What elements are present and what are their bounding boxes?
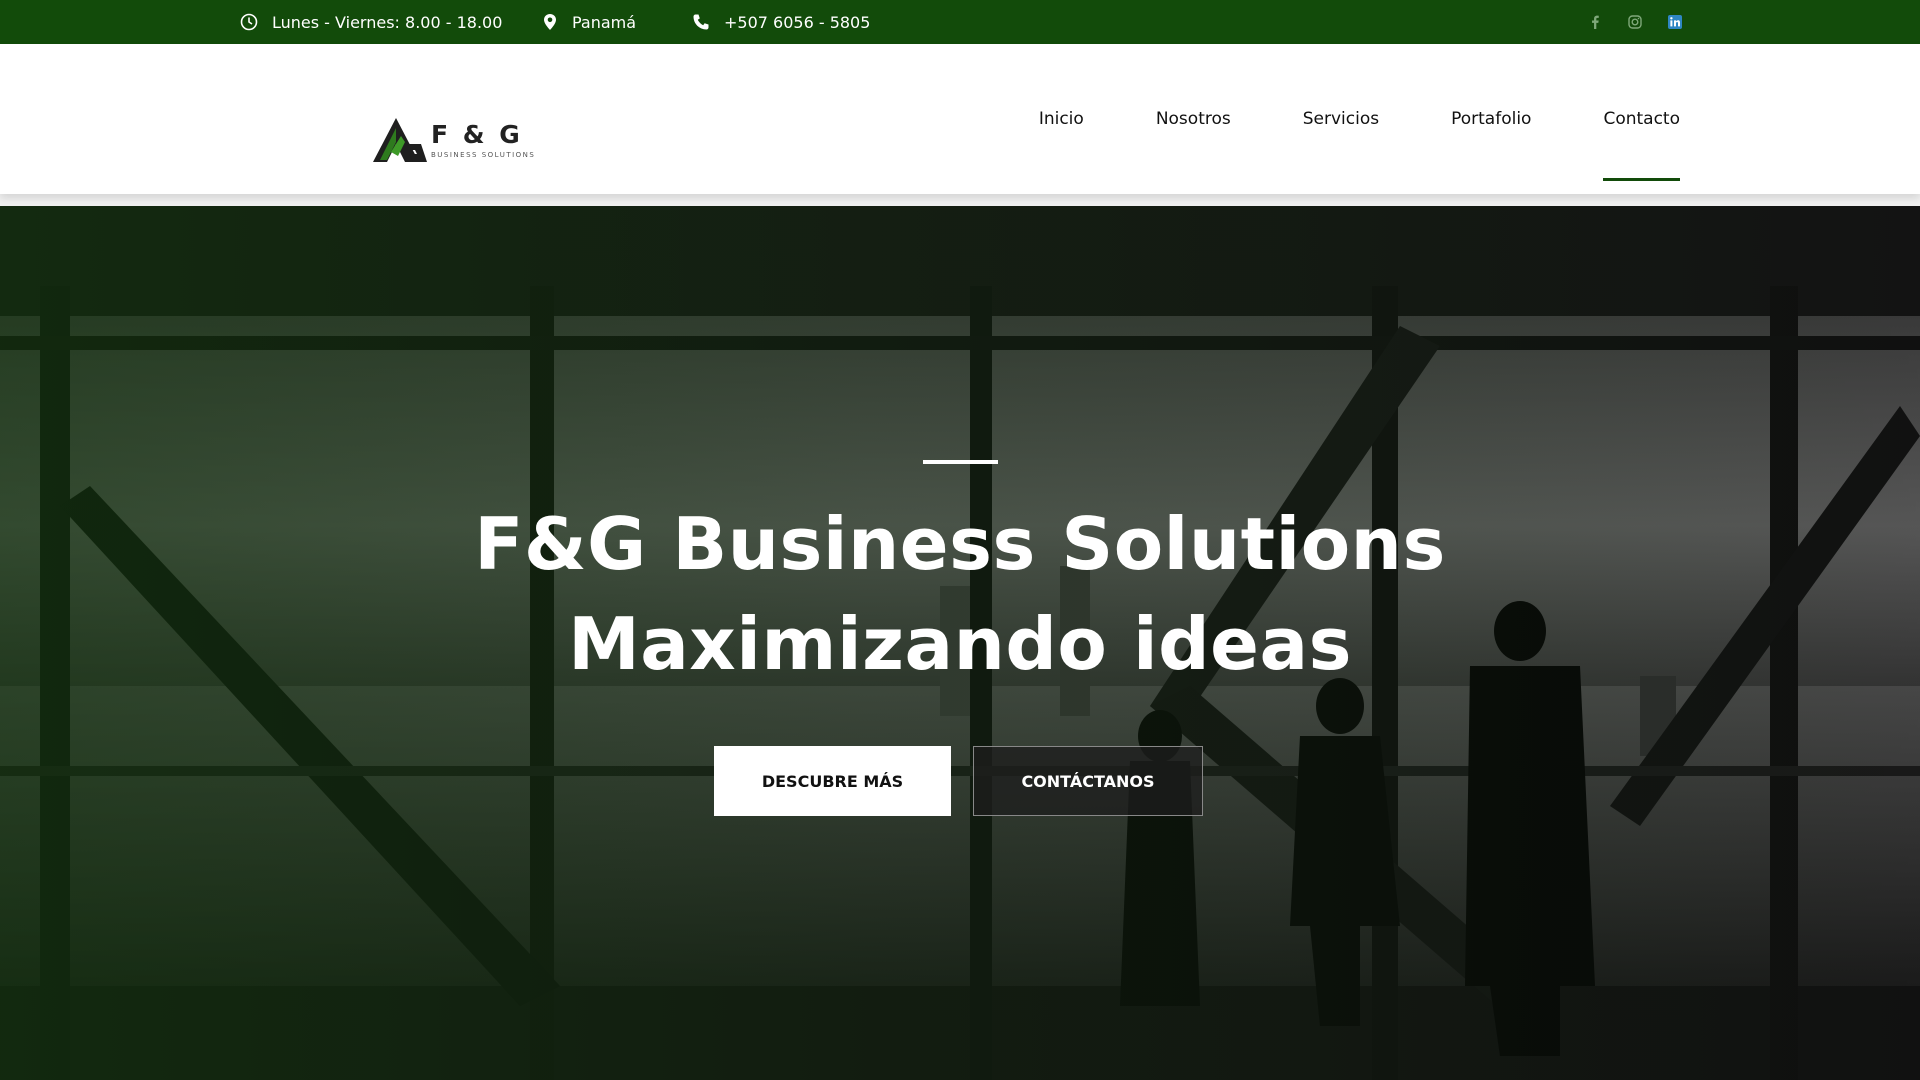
logo[interactable]: F & G BUSINESS SOLUTIONS [293, 70, 593, 170]
linkedin-icon[interactable] [1667, 14, 1683, 30]
map-pin-icon [544, 14, 556, 30]
phone-text: +507 6056 - 5805 [724, 12, 871, 32]
nav-contacto[interactable]: Contacto [1603, 44, 1680, 194]
nav-inicio[interactable]: Inicio [1039, 44, 1084, 194]
phone-icon [693, 14, 709, 30]
logo-text: F & G BUSINESS SOLUTIONS [431, 120, 535, 159]
hours-text: Lunes - Viernes: 8.00 - 18.00 [272, 12, 503, 32]
main-nav: Inicio Nosotros Servicios Portafolio Con… [967, 44, 1680, 194]
nav-nosotros[interactable]: Nosotros [1156, 44, 1231, 194]
logo-subtitle: BUSINESS SOLUTIONS [431, 151, 536, 159]
logo-name: F & G [431, 120, 523, 149]
location-text: Panamá [572, 12, 637, 32]
facebook-icon[interactable] [1587, 14, 1603, 30]
logo-mark-icon [373, 118, 427, 162]
hero-divider [923, 460, 998, 464]
social-links [1587, 0, 1683, 44]
contact-us-button[interactable]: CONTÁCTANOS [973, 746, 1203, 816]
clock-icon [240, 13, 258, 31]
top-bar: Lunes - Viernes: 8.00 - 18.00 Panamá +50… [0, 0, 1920, 44]
phone[interactable]: +507 6056 - 5805 [692, 0, 870, 44]
header-divider [0, 194, 1920, 206]
instagram-icon[interactable] [1627, 14, 1643, 30]
nav-portafolio[interactable]: Portafolio [1451, 44, 1531, 194]
nav-servicios[interactable]: Servicios [1303, 44, 1379, 194]
discover-more-button[interactable]: DESCUBRE MÁS [714, 746, 951, 816]
location: Panamá [542, 0, 636, 44]
hero-title-line1: F&G Business Solutions [474, 502, 1446, 586]
hero-section: F&G Business Solutions Maximizando ideas… [0, 206, 1920, 1080]
hero-content: F&G Business Solutions Maximizando ideas… [0, 206, 1920, 1080]
business-hours: Lunes - Viernes: 8.00 - 18.00 [240, 0, 502, 44]
hero-title-line2: Maximizando ideas [568, 602, 1352, 686]
